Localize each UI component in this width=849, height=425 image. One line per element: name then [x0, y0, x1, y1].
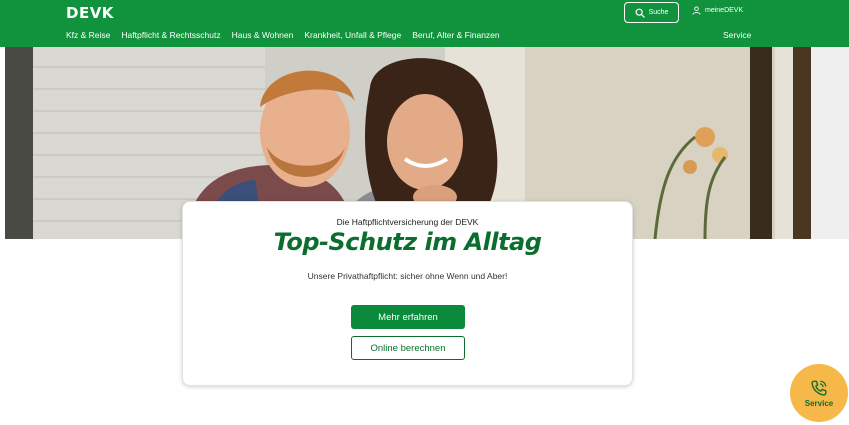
account-link[interactable]: meineDEVK: [692, 6, 743, 15]
service-fab-label: Service: [804, 398, 834, 408]
online-berechnen-button[interactable]: Online berechnen: [351, 336, 465, 360]
account-label: meineDEVK: [705, 7, 744, 14]
devk-logo[interactable]: DEVK: [66, 4, 114, 22]
card-title: Top-Schutz im Alltag: [273, 228, 542, 256]
service-fab[interactable]: Service: [790, 364, 848, 422]
search-icon: [635, 8, 645, 18]
hero-card: Die Haftpflichtversicherung der DEVK Top…: [182, 201, 633, 386]
nav-item-haus-wohnen[interactable]: Haus & Wohnen: [232, 30, 294, 40]
search-button[interactable]: Suche: [624, 2, 679, 23]
nav-item-kfz-reise[interactable]: Kfz & Reise: [66, 30, 110, 40]
card-subtitle: Unsere Privathaftpflicht: sicher ohne We…: [307, 271, 508, 281]
nav-item-haftpflicht[interactable]: Haftpflicht & Rechtsschutz: [121, 30, 220, 40]
card-eyebrow: Die Haftpflichtversicherung der DEVK: [336, 217, 479, 227]
mehr-erfahren-button[interactable]: Mehr erfahren: [351, 305, 465, 329]
search-label: Suche: [648, 9, 669, 16]
user-icon: [692, 6, 701, 15]
site-header: DEVK Suche meineDEVK Kfz & Reise Haftpfl…: [0, 0, 849, 47]
main-nav: Kfz & Reise Haftpflicht & Rechtsschutz H…: [66, 30, 500, 40]
nav-item-service[interactable]: Service: [723, 30, 751, 40]
nav-item-beruf-finanzen[interactable]: Beruf, Alter & Finanzen: [412, 30, 499, 40]
nav-item-krankheit[interactable]: Krankheit, Unfall & Pflege: [304, 30, 401, 40]
hero-edge: [811, 47, 849, 239]
phone-icon: [811, 380, 827, 396]
